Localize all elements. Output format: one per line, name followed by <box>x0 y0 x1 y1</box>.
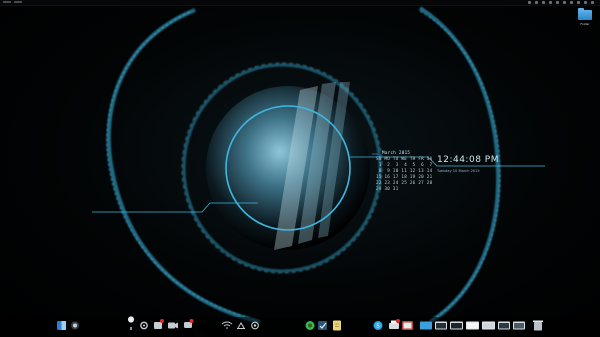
window-4-icon[interactable] <box>466 321 479 330</box>
dock-icons: S <box>57 316 543 331</box>
window-5-icon[interactable] <box>482 321 495 330</box>
trash-icon[interactable] <box>533 320 543 331</box>
messages-icon[interactable] <box>154 319 164 329</box>
desktop: Folder March 2015 SU MO TU WE TH FR SA 1… <box>0 0 600 337</box>
skype-icon[interactable]: S <box>373 321 383 330</box>
maps-icon[interactable] <box>127 316 135 330</box>
folder-icon[interactable] <box>402 321 413 330</box>
printer-icon[interactable] <box>389 319 400 329</box>
share-icon[interactable] <box>237 322 245 329</box>
check-icon[interactable] <box>318 321 327 330</box>
notes-icon[interactable] <box>333 320 341 331</box>
svg-text:S: S <box>376 324 380 330</box>
window-7-icon[interactable] <box>513 321 525 330</box>
video-icon[interactable] <box>168 322 178 329</box>
chat-icon[interactable] <box>184 319 194 328</box>
settings-icon[interactable] <box>140 321 148 330</box>
launchpad-icon[interactable] <box>71 321 79 330</box>
window-6-icon[interactable] <box>498 321 510 330</box>
finder-icon[interactable] <box>57 321 66 330</box>
wifi-icon[interactable] <box>221 321 233 329</box>
window-2-icon[interactable] <box>435 321 447 330</box>
reload-icon[interactable] <box>251 321 259 330</box>
window-1-icon[interactable] <box>420 321 432 330</box>
window-3-icon[interactable] <box>450 321 463 330</box>
app-store-icon[interactable] <box>305 321 315 330</box>
